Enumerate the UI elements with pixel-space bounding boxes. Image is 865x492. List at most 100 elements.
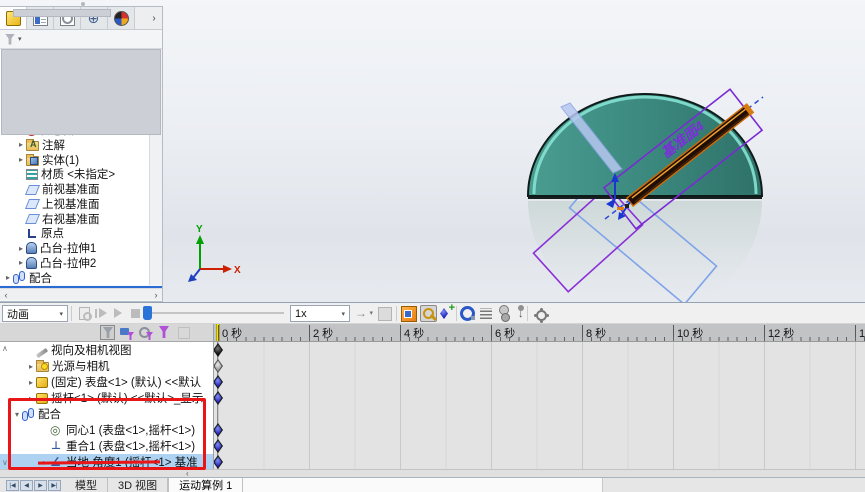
timeline-hscroll-strip[interactable]: ‹ <box>0 469 865 478</box>
motion-toolbar: 动画 ▾ 1x ▾ <box>0 302 865 324</box>
first-tab-button[interactable]: |◀ <box>6 479 19 491</box>
tree-item[interactable]: ▸ 凸台-拉伸1 <box>0 241 149 256</box>
play-button[interactable] <box>110 305 126 321</box>
motor-button[interactable] <box>459 305 476 322</box>
reference-triad: Y X <box>188 224 241 282</box>
tree-filter-bar: ▾ <box>0 30 162 49</box>
filter-caret-icon[interactable]: ▾ <box>18 35 22 43</box>
filter-funnel-icon[interactable] <box>5 33 15 45</box>
tab-3D视图[interactable]: 3D 视图 <box>108 478 169 492</box>
slider-thumb[interactable] <box>143 306 152 320</box>
part-icon <box>36 377 48 388</box>
tree-scroll-down-arrow[interactable]: ∨ <box>2 458 8 467</box>
save-animation-button[interactable] <box>376 305 393 322</box>
next-tab-button[interactable]: ▶ <box>34 479 47 491</box>
tree-item-label: 原点 <box>41 228 64 241</box>
filter-animated-button[interactable] <box>119 325 134 340</box>
featuremanager-panel: › ▾ 基准面5▸(固定) 表盘<1> (默认) <<默认▾摇杆<1> (默认)… <box>0 6 163 302</box>
gravity-button[interactable] <box>512 305 529 322</box>
tree-item[interactable]: ▸ 配合 <box>0 270 149 285</box>
timebar-slider[interactable] <box>142 306 286 320</box>
playback-speed-select[interactable]: 1x ▾ <box>290 305 350 322</box>
lights-folder-icon <box>36 360 49 372</box>
expand-arrow-icon[interactable]: ▸ <box>16 155 26 164</box>
solids-folder-icon <box>26 153 39 166</box>
tree-item-label: 实体(1) <box>42 154 80 167</box>
ruler-tick-label: 10 秒 <box>673 325 703 341</box>
tree-item[interactable]: 上视基准面 <box>0 197 149 212</box>
keyframe-diamond[interactable] <box>213 455 223 469</box>
more-tabs-arrow[interactable]: › <box>146 7 162 29</box>
calculate-button[interactable] <box>76 305 92 321</box>
combo-caret-icon: ▾ <box>59 310 63 318</box>
keyframe-diamond[interactable] <box>213 391 223 405</box>
motion-tree-row[interactable]: ▸ (固定) 表盘<1> (默认) <<默认 <box>0 374 213 390</box>
motion-tree-row[interactable]: ▸ 光源与相机 <box>0 358 213 374</box>
panel-tab-displaymanager[interactable] <box>108 7 135 29</box>
expand-arrow-icon[interactable]: ▸ <box>16 140 26 149</box>
last-tab-button[interactable]: ▶| <box>48 479 61 491</box>
expand-arrow-icon[interactable]: ▸ <box>16 258 26 267</box>
tab-模型[interactable]: 模型 <box>65 478 108 492</box>
play-from-start-button[interactable] <box>93 305 109 321</box>
expand-arrow-icon[interactable]: ▸ <box>16 244 26 253</box>
displaymanager-icon <box>113 10 129 26</box>
origin-icon <box>28 229 36 239</box>
filter-results-button[interactable] <box>176 325 191 340</box>
tree-item[interactable]: 右视基准面 <box>0 211 149 226</box>
motion-tree-row[interactable]: 视向及相机视图 <box>0 342 213 358</box>
tree-scroll-up-arrow[interactable]: ∧ <box>2 344 8 353</box>
animation-wizard-button[interactable] <box>400 305 417 322</box>
filter-all-button[interactable] <box>100 325 115 340</box>
motion-filter-bar <box>0 324 213 342</box>
hscroll-left-arrow[interactable]: ‹ <box>0 290 12 300</box>
tree-item-label: 配合 <box>29 272 52 285</box>
ruler-tick-label: 6 秒 <box>491 325 515 341</box>
vscrollbar-thumb[interactable] <box>1 49 161 135</box>
spring-button[interactable] <box>478 305 495 322</box>
tree-item[interactable]: 前视基准面 <box>0 182 149 197</box>
playback-mode-button[interactable] <box>354 305 373 322</box>
previous-tab-button[interactable]: ◀ <box>20 479 33 491</box>
motion-study-properties-button[interactable] <box>531 305 548 322</box>
mates-icon <box>13 271 26 285</box>
material-icon <box>26 169 38 181</box>
tree-item[interactable]: ▸ 实体(1) <box>0 152 149 167</box>
tree-item[interactable]: 原点 <box>0 226 149 241</box>
feature-tree-hscrollbar[interactable]: ‹ › <box>0 288 162 300</box>
timeline-ruler[interactable]: 0 秒 2 秒 4 秒 6 秒 8 秒 10 秒 12 秒 14 秒 <box>213 324 865 342</box>
keyframe-diamond[interactable] <box>213 375 223 389</box>
keyframe-diamond[interactable] <box>213 423 223 437</box>
timeline-area[interactable] <box>213 342 865 470</box>
tree-item-label: 材质 <未指定> <box>41 169 116 182</box>
tree-item[interactable]: 材质 <未指定> <box>0 167 149 182</box>
contact-button[interactable] <box>496 305 513 322</box>
keyframe-diamond[interactable] <box>213 343 223 357</box>
expand-arrow-icon[interactable]: ▸ <box>26 362 36 371</box>
ruler-tick-label: 4 秒 <box>400 325 424 341</box>
triad-y-label: Y <box>196 224 203 235</box>
triad-x-label: X <box>234 265 241 276</box>
tab-运动算例1[interactable]: 运动算例 1 <box>168 478 244 492</box>
study-type-select[interactable]: 动画 ▾ <box>2 305 68 322</box>
filter-driving-button[interactable] <box>138 325 153 340</box>
filter-selected-button[interactable] <box>157 325 172 340</box>
stop-button[interactable] <box>127 305 143 321</box>
tree-item[interactable]: ▸ 凸台-拉伸2 <box>0 256 149 271</box>
tree-item-label: 凸台-拉伸1 <box>40 243 97 256</box>
hscrollbar-thumb[interactable] <box>13 9 111 17</box>
viewport-canvas[interactable]: 基准面4 Y X <box>163 0 865 302</box>
motion-tree-label: 光源与相机 <box>52 361 110 373</box>
add-key-button[interactable] <box>438 302 455 322</box>
orientation-icon <box>35 347 49 358</box>
hscroll-right-arrow[interactable]: › <box>150 290 162 300</box>
motion-tree-label: 视向及相机视图 <box>51 345 132 357</box>
autokey-button[interactable] <box>420 305 437 322</box>
motion-tree-label: (固定) 表盘<1> (默认) <<默认 <box>51 377 202 389</box>
expand-arrow-icon[interactable]: ▸ <box>3 273 13 282</box>
ruler-tick-label: 8 秒 <box>582 325 606 341</box>
expand-arrow-icon[interactable]: ▸ <box>26 378 36 387</box>
tree-item[interactable]: ▸ 注解 <box>0 138 149 153</box>
keyframe-diamond[interactable] <box>213 359 223 373</box>
keyframe-diamond[interactable] <box>213 439 223 453</box>
